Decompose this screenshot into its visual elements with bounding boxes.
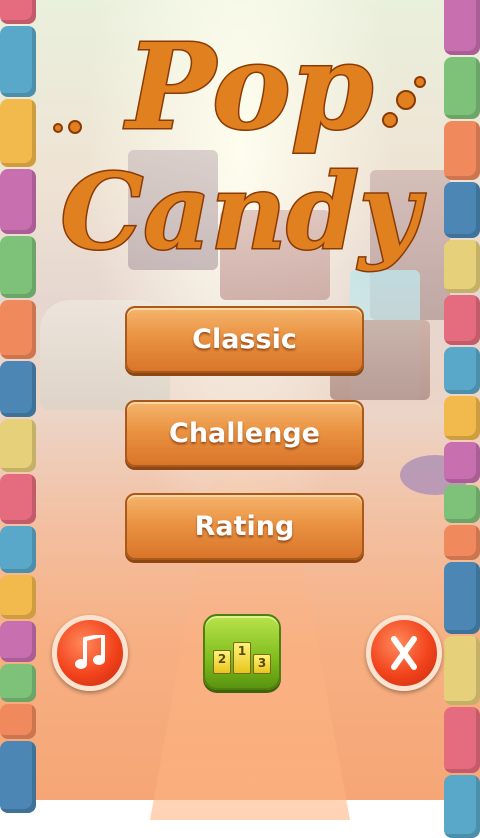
classic-button[interactable]: Classic [125,306,364,373]
totem-block [0,526,36,573]
totem-block [0,361,36,417]
totem-block [444,295,480,345]
leaderboard-button[interactable]: 2 1 3 [203,614,281,690]
podium-step-third: 3 [253,654,271,674]
rating-button[interactable]: Rating [125,493,364,560]
totem-block [444,707,480,773]
podium-icon: 2 1 3 [213,642,271,674]
totem-block [444,775,480,838]
podium-step-second: 2 [213,650,231,674]
totem-block [0,741,36,813]
music-note-icon [75,635,105,669]
totem-block [0,474,36,524]
totem-block [444,347,480,394]
totem-block [444,442,480,483]
logo-line-candy: Candy [61,150,426,273]
totem-block [0,664,36,702]
totem-block [444,525,480,560]
totem-block [0,704,36,739]
totem-block [0,621,36,662]
logo-svg: Pop Candy [53,16,428,275]
challenge-button[interactable]: Challenge [125,400,364,467]
music-toggle-button[interactable] [52,615,128,691]
totem-block [0,419,36,472]
exit-button[interactable] [366,615,442,691]
totem-block [444,485,480,523]
totem-block [0,575,36,619]
totem-block [0,300,36,359]
totem-block [444,636,480,705]
close-x-icon [391,636,417,670]
game-logo: Pop Candy [0,0,480,290]
podium-step-first: 1 [233,642,251,674]
totem-block [444,562,480,634]
logo-line-pop: Pop [124,17,374,156]
totem-block [444,396,480,440]
